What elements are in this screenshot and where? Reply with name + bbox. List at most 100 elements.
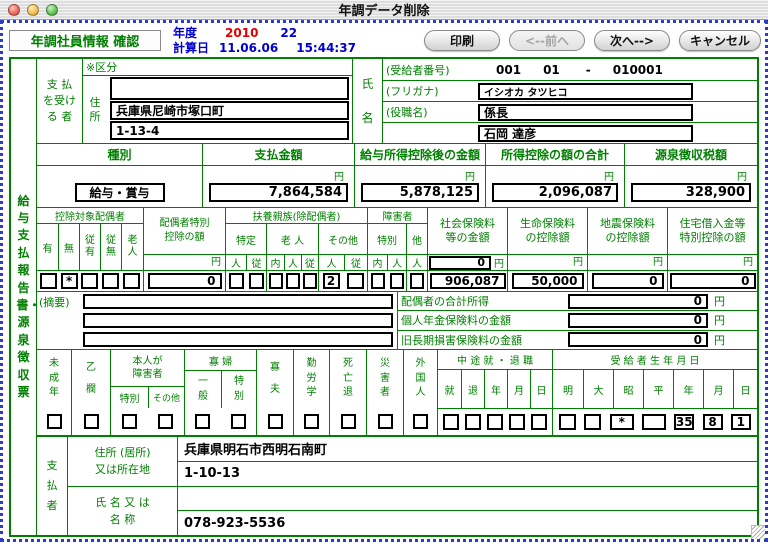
dependents-roujin-label: 老 人 [267,224,318,254]
role-field[interactable]: 係長 [478,104,693,121]
flag-self-disabled-special-checkbox[interactable] [122,414,137,429]
mid-emp-day-box[interactable] [531,414,547,430]
resize-grip[interactable] [751,525,765,539]
payer-address-label: 住所 (居所) 又は所在地 [68,437,177,487]
spouse-income-row: 配偶者の合計所得 0 円 [398,292,757,310]
birth-taisho-box[interactable] [584,414,601,430]
personal-pension-label: 個人年金保険料の金額 [398,312,568,328]
spouse-nashi-box[interactable]: * [61,273,78,289]
birth-year-box[interactable]: 35 [674,414,694,430]
mid-emp-leave-box[interactable] [465,414,481,430]
spouse-ari-box[interactable] [40,273,57,289]
birth-heisei-box[interactable] [642,414,666,430]
social-insurance-group: 社会保険料 等の金額 0 円 906,087 [427,208,507,291]
birthdate-title: 受 給 者 生 年 月 日 [553,350,757,370]
yen-label: 円 [361,168,479,183]
recipient-name-field[interactable]: 石岡 達彦 [478,125,693,142]
flag-disaster-checkbox[interactable] [378,414,393,429]
flag-minor-checkbox[interactable] [47,414,62,429]
flag-self-disabled-other-label: その他 [148,387,184,408]
spouse-special-title: 配偶者特別 控除の額 [144,208,225,254]
birth-showa-box[interactable]: * [610,414,634,430]
payer-address1-field[interactable]: 兵庫県明石市西明石南町 [178,437,757,462]
birth-month-box[interactable]: 8 [703,414,723,430]
after-deduction-field[interactable]: 5,878,125 [361,183,479,202]
flag-foreigner-checkbox[interactable] [413,414,428,429]
quake-amount-field[interactable]: 0 [592,273,664,289]
kubun-field[interactable] [110,77,349,100]
spouse-roujin-box[interactable] [123,273,140,289]
dependents-sonota-box1[interactable]: 2 [323,273,340,289]
mid-emp-join-box[interactable] [443,414,459,430]
birth-day-box[interactable]: 1 [731,414,751,430]
disabled-special-box2[interactable] [390,273,404,289]
flag-second-checkbox[interactable] [84,414,99,429]
print-button[interactable]: 印刷 [424,30,500,51]
housing-amount-field[interactable]: 0 [670,273,756,289]
yen-label: 円 [491,255,507,270]
prev-button[interactable]: <--前へ [509,30,585,51]
flag-widow-general-checkbox[interactable] [195,414,210,429]
tekiyo-field-3[interactable] [83,332,393,347]
mid-employment-title: 中 途 就 ・ 退 職 [438,350,552,370]
spouse-juu-ari-box[interactable] [81,273,98,289]
social-inner-field[interactable]: 0 [429,256,491,270]
payer-phone-field[interactable]: 078-923-5536 [178,511,757,535]
payer-side-label: 支払者 [37,437,67,535]
birth-meiji-box[interactable] [559,414,576,430]
unit-label: 従 [301,255,318,270]
flag-self-disabled: 本人が 障害者 特別 その他 [110,350,184,435]
next-button[interactable]: 次へ--> [594,30,670,51]
disabled-other-box[interactable] [410,273,424,289]
payment-amount-field[interactable]: 7,864,584 [209,183,348,202]
social-amount-field[interactable]: 906,087 [430,273,506,289]
flag-widow-special-checkbox[interactable] [231,414,246,429]
summary-section: (摘要) 配偶者の合計所得 0 円 個人年金保険料の金額 [37,291,757,349]
dependents-tokutei-box2[interactable] [249,273,264,289]
dependents-roujin-box1[interactable] [269,273,283,289]
spouse-income-field[interactable]: 0 [568,294,708,309]
disabled-other-label: 他 [407,224,427,254]
spouse-title: 控除対象配偶者 [37,208,143,224]
dependents-roujin-box3[interactable] [303,273,317,289]
dependents-tokutei-label: 特定 [226,224,266,254]
recipient-address2-field[interactable]: 1-13-4 [110,121,349,140]
payer-name-field[interactable] [178,487,757,512]
tekiyo-field-1[interactable] [83,294,393,309]
total-deduction-field[interactable]: 2,096,087 [492,183,618,202]
old-longterm-field[interactable]: 0 [568,332,708,347]
dependents-sonota-box2[interactable] [347,273,364,289]
withholding-field[interactable]: 328,900 [631,183,751,202]
life-amount-field[interactable]: 50,000 [512,273,584,289]
personal-pension-field[interactable]: 0 [568,313,708,328]
payment-type-field[interactable]: 給与・賞与 [75,183,165,202]
dependents-tokutei-box1[interactable] [229,273,244,289]
old-longterm-label: 旧長期損害保険料の金額 [398,332,568,348]
mid-emp-month-box[interactable] [509,414,525,430]
dependents-roujin-box2[interactable] [286,273,300,289]
recipient-number-sep: - [586,63,591,77]
spouse-juu-nashi-box[interactable] [102,273,119,289]
flag-death: 死亡退 [329,350,366,435]
spouse-special-field[interactable]: 0 [148,273,222,289]
cancel-button[interactable]: キャンセル [679,30,761,51]
disabled-special-box1[interactable] [371,273,385,289]
flag-student-checkbox[interactable] [304,414,319,429]
yen-label: 円 [714,293,725,309]
flag-self-disabled-other-checkbox[interactable] [158,414,173,429]
nendo-value: 2010 [225,26,258,41]
tekiyo-field-2[interactable] [83,313,393,328]
flag-widower-checkbox[interactable] [268,414,283,429]
spouse-special-group: 配偶者特別 控除の額 円 0 [143,208,225,291]
flag-widower-label: 寡夫 [268,357,282,401]
recipient-address1-field[interactable]: 兵庫県尼崎市塚口町 [110,101,349,120]
mid-emp-year-box[interactable] [487,414,503,430]
flag-foreigner: 外国人 [403,350,437,435]
unit-label: 内 [267,255,284,270]
flag-student-label: 勤労学 [305,357,319,401]
payer-address2-field[interactable]: 1-10-13 [178,462,757,487]
furigana-field[interactable]: イシオカ タツヒコ [478,83,693,100]
life-insurance-group: 生命保険料 の控除額 円 50,000 [507,208,587,291]
quake-title: 地震保険料 の控除額 [588,208,667,254]
flag-death-checkbox[interactable] [341,414,356,429]
